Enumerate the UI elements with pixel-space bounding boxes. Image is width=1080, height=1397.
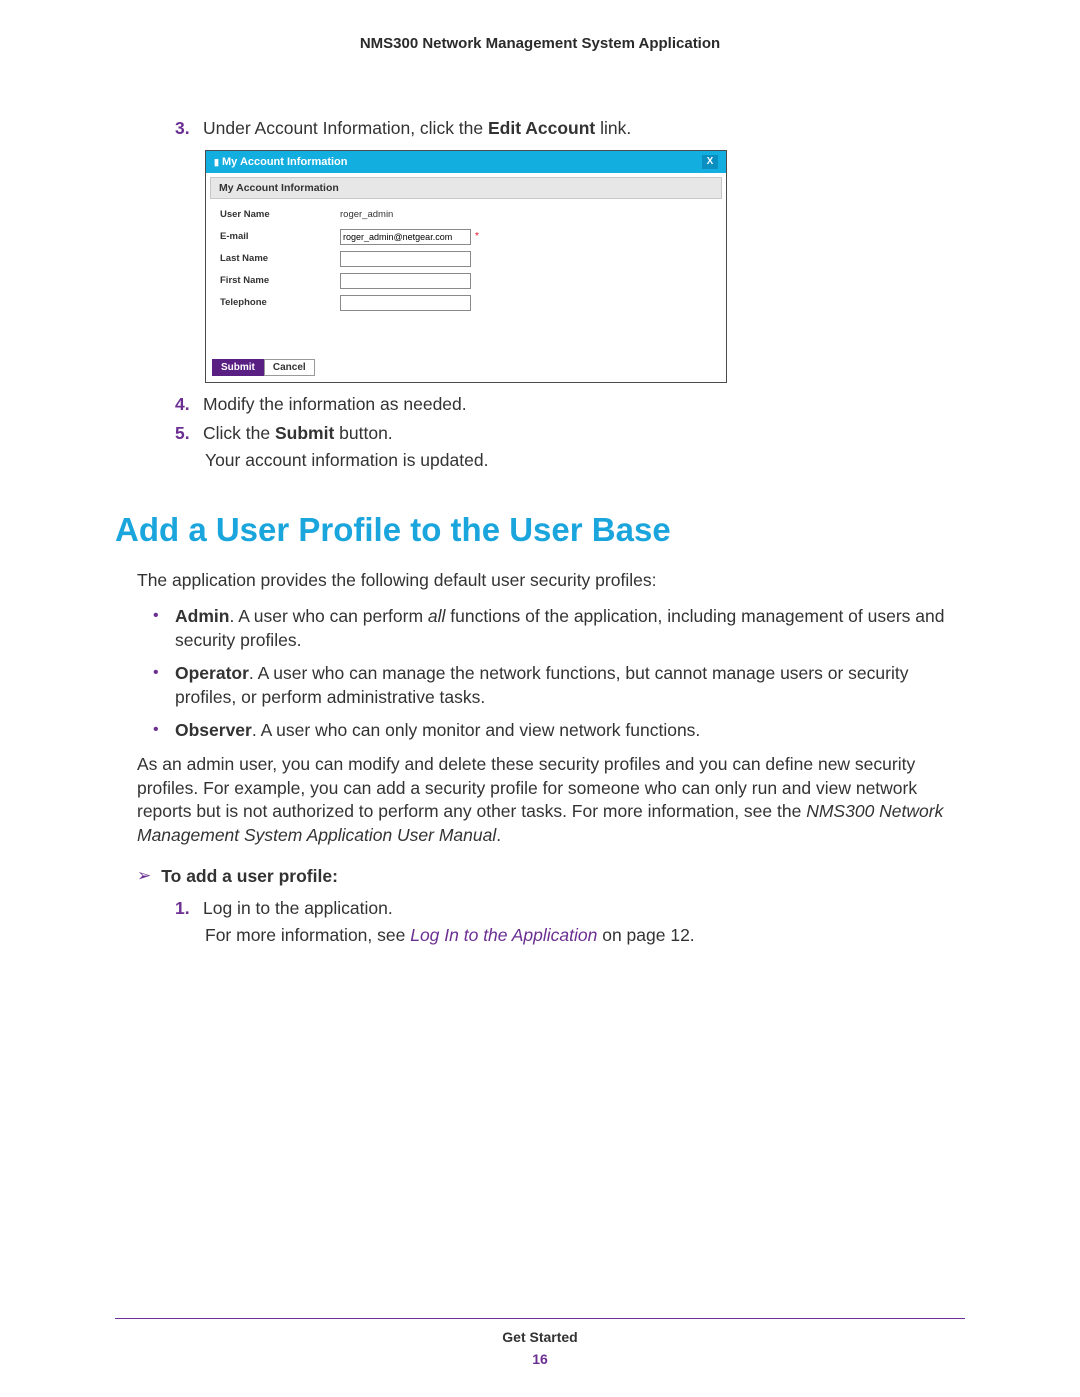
step-number: 5. bbox=[175, 422, 203, 445]
email-field[interactable] bbox=[340, 229, 471, 245]
submit-button[interactable]: Submit bbox=[212, 359, 264, 376]
step-text: Modify the information as needed. bbox=[203, 393, 965, 416]
profile-name: Observer bbox=[175, 720, 252, 740]
step-text: Log in to the application. bbox=[203, 897, 965, 920]
form-section-header: My Account Information bbox=[210, 177, 722, 199]
xref-link[interactable]: Log In to the Application bbox=[410, 925, 597, 945]
text: . bbox=[496, 825, 501, 845]
proc-step-1: 1. Log in to the application. bbox=[175, 897, 965, 920]
emph: all bbox=[428, 606, 446, 626]
profile-name: Admin bbox=[175, 606, 229, 626]
bullet-icon: • bbox=[153, 605, 175, 652]
telephone-field[interactable] bbox=[340, 295, 471, 311]
step-result: Your account information is updated. bbox=[205, 450, 965, 471]
label-firstname: First Name bbox=[220, 275, 340, 286]
page-number: 16 bbox=[115, 1351, 965, 1367]
dialog-title: ▮ My Account Information bbox=[214, 156, 348, 168]
dialog-titlebar: ▮ My Account Information X bbox=[206, 151, 726, 173]
step-number: 1. bbox=[175, 897, 203, 920]
step-4: 4. Modify the information as needed. bbox=[175, 393, 965, 416]
step-note: For more information, see Log In to the … bbox=[205, 925, 965, 946]
text: As an admin user, you can modify and del… bbox=[137, 754, 917, 821]
intro-paragraph: The application provides the following d… bbox=[137, 569, 965, 593]
label-email: E-mail bbox=[220, 231, 340, 242]
text: Under Account Information, click the bbox=[203, 118, 488, 138]
text: . A user who can only monitor and view n… bbox=[252, 720, 700, 740]
bullet-observer: • Observer. A user who can only monitor … bbox=[153, 719, 965, 743]
bold-term: Edit Account bbox=[488, 118, 595, 138]
step-number: 4. bbox=[175, 393, 203, 416]
text: For more information, see bbox=[205, 925, 410, 945]
text: Click the bbox=[203, 423, 275, 443]
text: . A user who can manage the network func… bbox=[175, 663, 908, 707]
procedure-heading: ➢ To add a user profile: bbox=[137, 866, 965, 887]
label-telephone: Telephone bbox=[220, 297, 340, 308]
text: on page 12. bbox=[597, 925, 694, 945]
doc-header: NMS300 Network Management System Applica… bbox=[115, 35, 965, 52]
footer-divider bbox=[115, 1318, 965, 1319]
screenshot-my-account: ▮ My Account Information X My Account In… bbox=[205, 150, 727, 383]
profile-name: Operator bbox=[175, 663, 249, 683]
step-5: 5. Click the Submit button. bbox=[175, 422, 965, 445]
step-number: 3. bbox=[175, 117, 203, 140]
bullet-icon: • bbox=[153, 662, 175, 709]
cancel-button[interactable]: Cancel bbox=[264, 359, 315, 376]
close-icon[interactable]: X bbox=[702, 155, 718, 169]
lastname-field[interactable] bbox=[340, 251, 471, 267]
firstname-field[interactable] bbox=[340, 273, 471, 289]
footer-label: Get Started bbox=[115, 1329, 965, 1345]
bullet-operator: • Operator. A user who can manage the ne… bbox=[153, 662, 965, 709]
text: link. bbox=[595, 118, 631, 138]
step-text: Click the Submit button. bbox=[203, 422, 965, 445]
text: button. bbox=[334, 423, 392, 443]
procedure-title: To add a user profile: bbox=[161, 866, 338, 887]
bullet-admin: • Admin. A user who can perform all func… bbox=[153, 605, 965, 652]
detail-paragraph: As an admin user, you can modify and del… bbox=[137, 753, 965, 848]
label-lastname: Last Name bbox=[220, 253, 340, 264]
step-text: Under Account Information, click the Edi… bbox=[203, 117, 965, 140]
bullet-icon: • bbox=[153, 719, 175, 743]
step-3: 3. Under Account Information, click the … bbox=[175, 117, 965, 140]
label-username: User Name bbox=[220, 209, 340, 220]
section-heading: Add a User Profile to the User Base bbox=[115, 511, 965, 549]
bold-term: Submit bbox=[275, 423, 334, 443]
required-mark: * bbox=[475, 231, 479, 242]
value-username: roger_admin bbox=[340, 209, 393, 220]
chevron-right-icon: ➢ bbox=[137, 866, 151, 886]
text: . A user who can perform bbox=[229, 606, 427, 626]
page-footer: Get Started 16 bbox=[115, 1310, 965, 1367]
